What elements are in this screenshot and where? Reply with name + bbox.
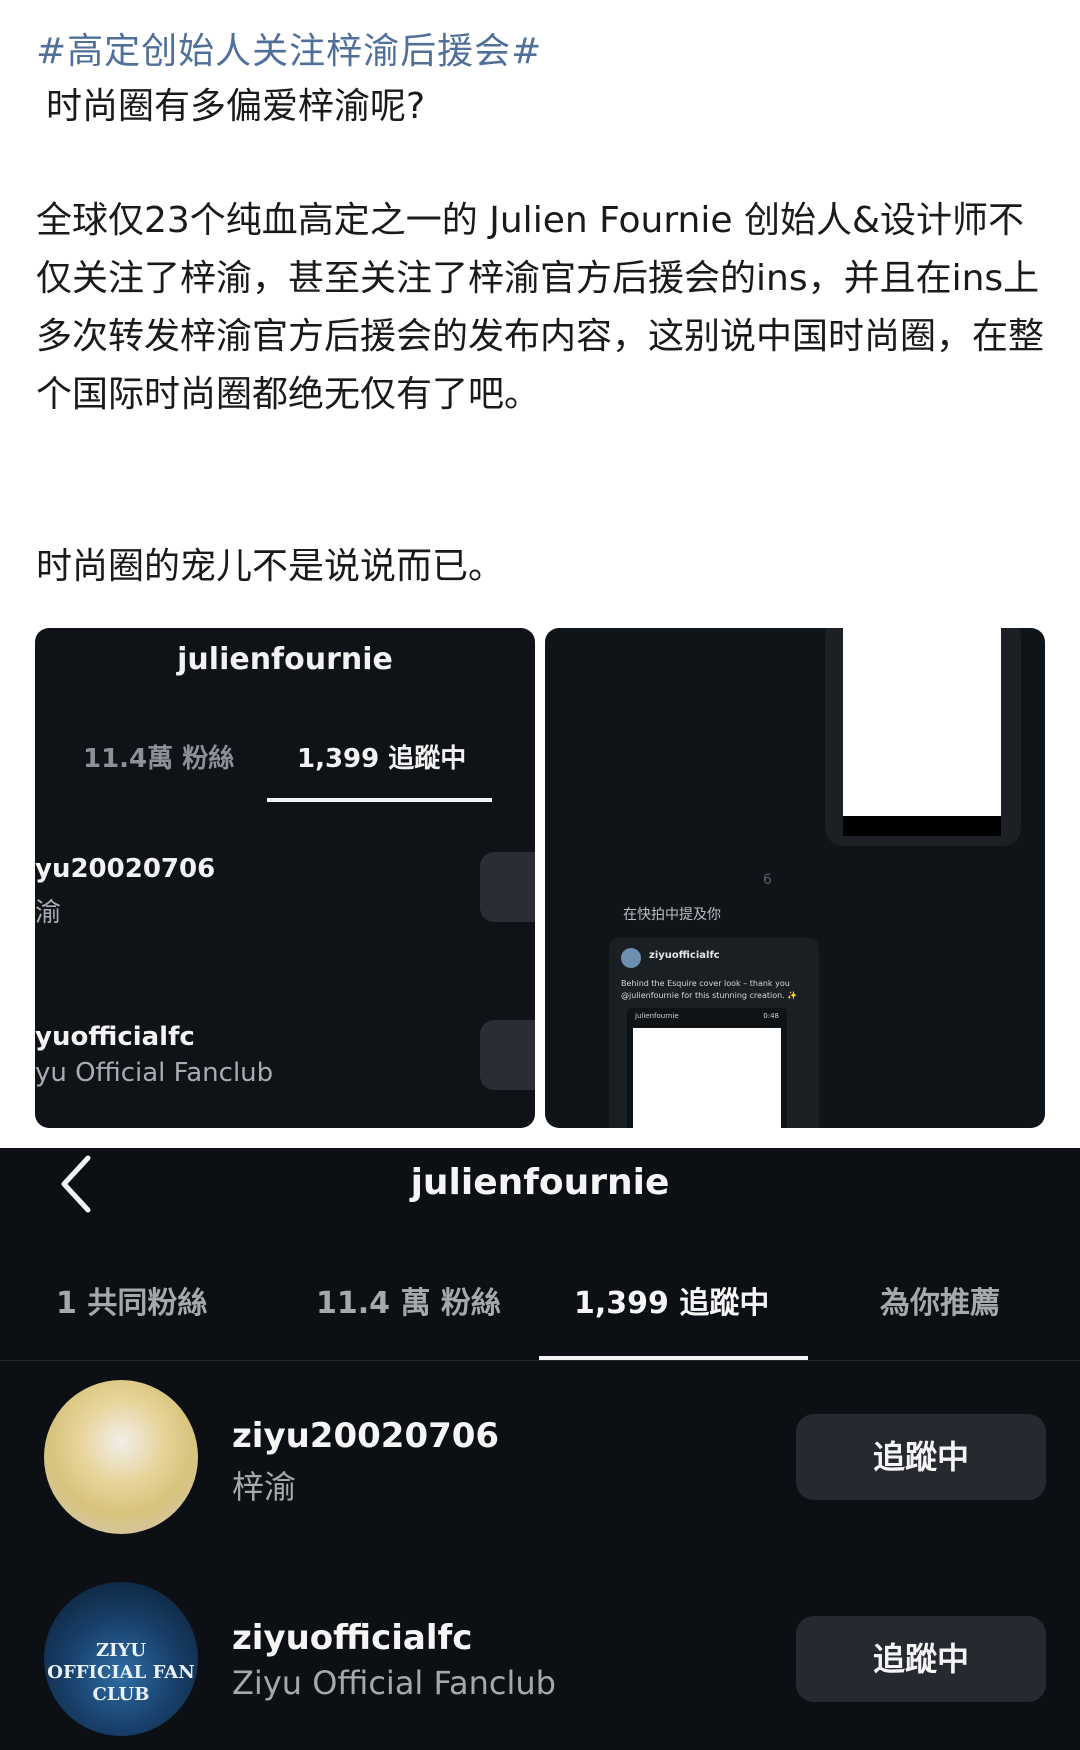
screenshot-story-mention[interactable]: 6 在快拍中提及你 ziyuofficialfc Behind the Esqu…: [545, 628, 1045, 1128]
tabs-divider: [0, 1360, 1080, 1361]
screenshot-fullname: 渝: [35, 898, 62, 928]
screenshot-fullname: yu Official Fanclub: [35, 1058, 274, 1088]
full-name: 梓渝: [232, 1468, 297, 1506]
screenshot-follow-button: [480, 852, 535, 922]
avatar[interactable]: ZIYU OFFICIAL FAN CLUB: [44, 1582, 198, 1736]
screenshot-phone-preview: [825, 628, 1021, 846]
post-question: 时尚圈有多偏爱梓渝呢?: [46, 86, 426, 127]
avatar: [621, 948, 641, 968]
screenshot-tab-followers: 11.4萬 粉絲: [83, 744, 235, 774]
tab-suggested[interactable]: 為你推薦: [880, 1278, 1000, 1322]
preview-handle: julienfournie: [635, 1012, 679, 1020]
following-button[interactable]: 追蹤中: [796, 1414, 1046, 1500]
screenshot-username: yu20020706: [35, 854, 216, 884]
avatar[interactable]: [44, 1380, 198, 1534]
phone-bar: [843, 816, 1001, 836]
post-paragraph-closing: 时尚圈的宠儿不是说说而已。: [36, 546, 505, 587]
profile-title: julienfournie: [410, 1162, 670, 1203]
preview-image: [633, 1028, 781, 1128]
avatar-logo-text: ZIYU OFFICIAL FAN CLUB: [47, 1640, 195, 1705]
story-card: ziyuofficialfc Behind the Esquire cover …: [609, 938, 819, 1128]
screenshot-tab-following: 1,399 追蹤中: [297, 744, 467, 774]
screenshot-username: yuofficialfc: [35, 1022, 195, 1052]
screenshot-number: 6: [763, 872, 772, 888]
tab-mutual-followers[interactable]: 1 共同粉絲: [56, 1278, 207, 1322]
screenshot-following-list[interactable]: julienfournie 11.4萬 粉絲 1,399 追蹤中 yu20020…: [35, 628, 535, 1128]
screenshot-tab-underline: [267, 798, 492, 802]
full-name: Ziyu Official Fanclub: [232, 1664, 556, 1702]
following-button[interactable]: 追蹤中: [796, 1616, 1046, 1702]
tab-following[interactable]: 1,399 追蹤中: [574, 1278, 769, 1322]
story-card-handle: ziyuofficialfc: [649, 950, 720, 961]
instagram-following-panel: julienfournie 1 共同粉絲 11.4 萬 粉絲 1,399 追蹤中…: [0, 1148, 1080, 1750]
preview-time: 0:48: [763, 1012, 779, 1020]
post-paragraph: 全球仅23个纯血高定之一的 Julien Fournie 创始人&设计师不仅关注…: [36, 200, 1045, 415]
screenshot-follow-button: [480, 1020, 535, 1090]
username[interactable]: ziyu20020706: [232, 1416, 499, 1456]
tab-followers[interactable]: 11.4 萬 粉絲: [316, 1278, 501, 1322]
list-item[interactable]: ZIYU OFFICIAL FAN CLUB ziyuofficialfc Zi…: [0, 1582, 1080, 1750]
story-card-caption: Behind the Esquire cover look – thank yo…: [621, 979, 798, 1000]
screenshot-profile-title: julienfournie: [177, 642, 393, 677]
phone-screen: [843, 628, 1001, 816]
username[interactable]: ziyuofficialfc: [232, 1618, 472, 1658]
list-item[interactable]: ziyu20020706 梓渝 追蹤中: [0, 1380, 1080, 1550]
post: #高定创始人关注梓渝后援会# 时尚圈有多偏爱梓渝呢? 全球仅23个纯血高定之一的…: [0, 0, 1080, 1148]
hashtag-link[interactable]: #高定创始人关注梓渝后援会#: [36, 22, 542, 74]
story-card-preview: julienfournie 0:48: [627, 1008, 787, 1128]
story-mention-label: 在快拍中提及你: [623, 907, 721, 923]
